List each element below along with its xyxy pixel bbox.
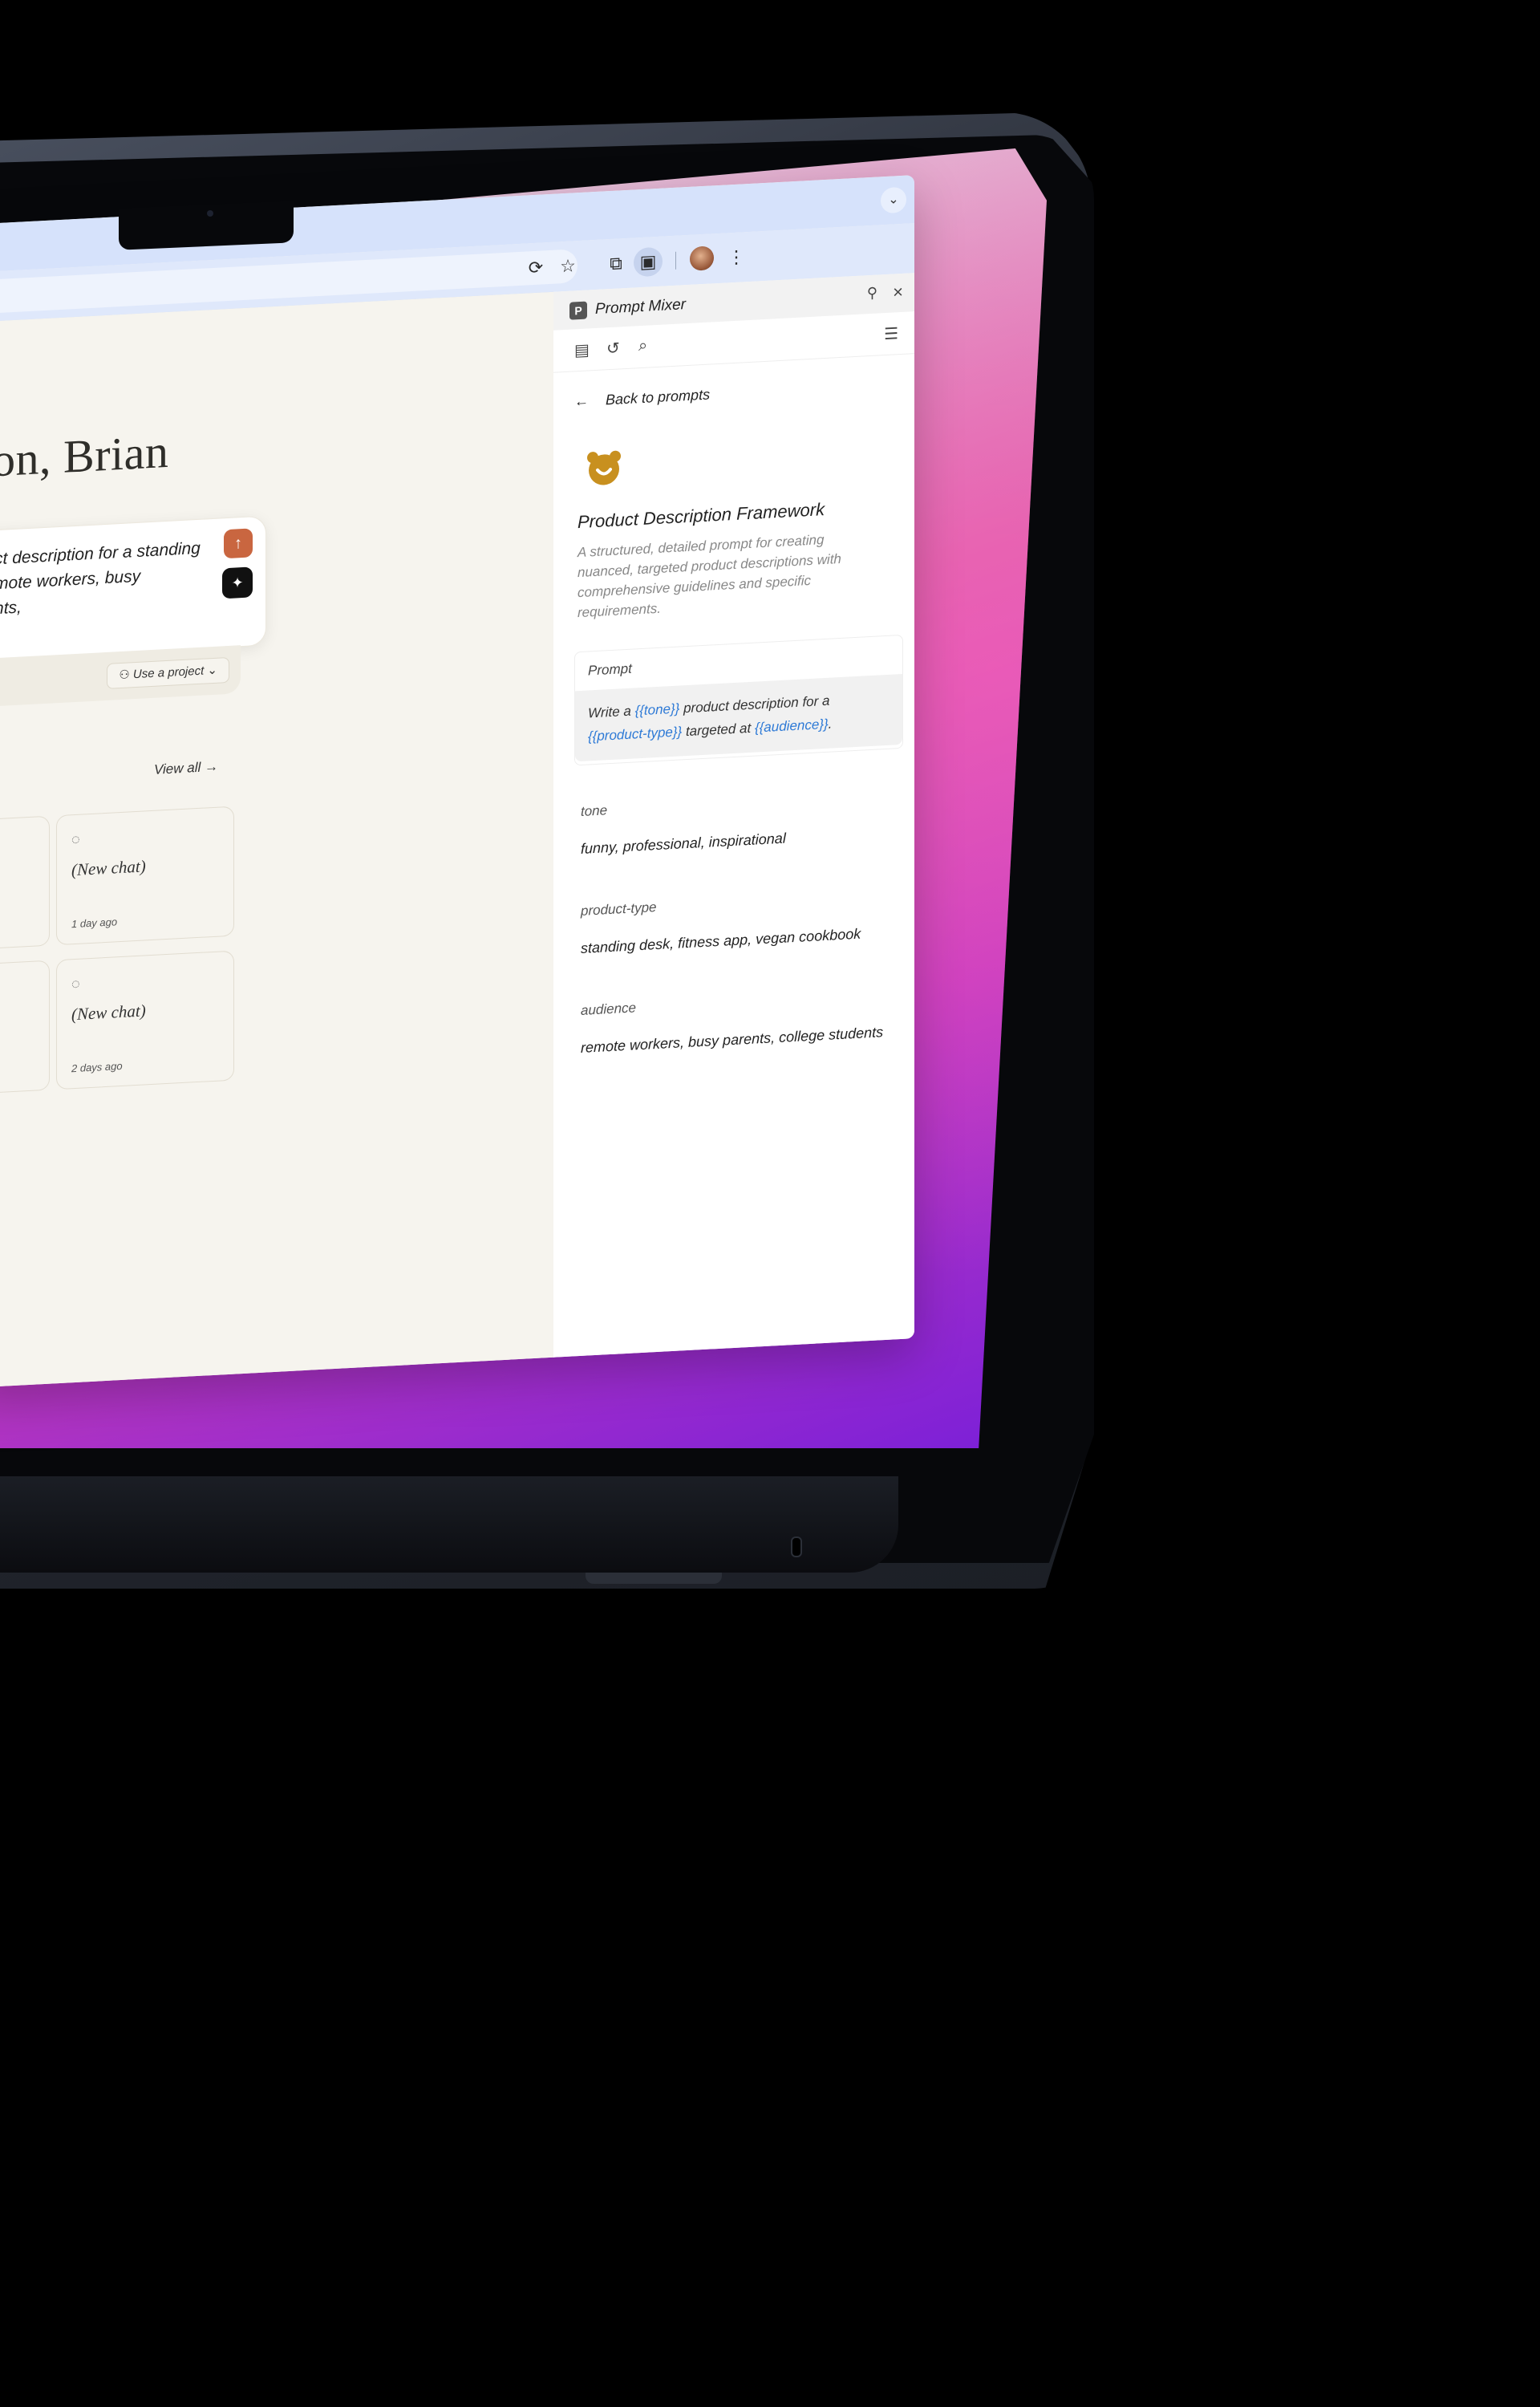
prompt-text-part: . <box>828 716 833 732</box>
search-icon[interactable]: ⌕ <box>638 337 647 356</box>
chat-card[interactable]: ◌ (New chat) 2 days ago <box>56 950 234 1090</box>
menu-icon[interactable]: ☰ <box>884 323 898 344</box>
camera-notch <box>119 201 294 250</box>
chat-card-time: 1 day ago <box>71 915 118 931</box>
chat-home-page: ernoon, Brian roduct description for a s… <box>0 291 554 1388</box>
chevron-down-icon[interactable]: ⌄ <box>881 186 906 214</box>
chat-bubble-icon: ◌ <box>71 975 80 992</box>
project-icon: ⚇ <box>119 668 130 683</box>
chevron-down-icon: ⌄ <box>207 663 217 678</box>
pin-icon[interactable]: ⚲ <box>867 285 877 302</box>
variable-label-audience: audience <box>581 1000 637 1018</box>
back-to-prompts-link[interactable]: ← Back to prompts <box>574 387 710 411</box>
variable-label-product-type: product-type <box>581 899 657 919</box>
power-indicator <box>791 1536 802 1557</box>
variable-label-tone: tone <box>581 802 608 819</box>
side-panel-title: Prompt Mixer <box>595 296 686 319</box>
profile-avatar[interactable] <box>690 246 714 271</box>
bear-icon <box>587 450 621 485</box>
prompt-template-text: Write a {{tone}} product description for… <box>588 686 885 748</box>
prompt-title: Product Description Framework <box>578 499 825 533</box>
star-icon[interactable]: ☆ <box>553 251 582 282</box>
arrow-left-icon: ← <box>574 392 589 410</box>
greeting-heading: ernoon, Brian <box>0 424 169 491</box>
message-composer[interactable]: roduct description for a standing at rem… <box>0 515 266 663</box>
chat-card[interactable] <box>0 815 50 956</box>
variable-tone: {{tone}} <box>634 700 680 719</box>
variable-product-type: {{product-type}} <box>588 724 683 745</box>
document-icon[interactable]: ▤ <box>574 339 590 360</box>
prompt-template-box: Prompt Write a {{tone}} product descript… <box>574 634 903 766</box>
toolbar-divider <box>675 251 676 270</box>
variable-value-audience[interactable]: remote workers, busy parents, college st… <box>581 1024 883 1057</box>
laptop-hinge <box>586 1573 722 1584</box>
browser-window: ⌄ ⟳ ☆ ⧉ ▣ ⋮ ernoon, Brian roduct descrip… <box>0 175 914 1388</box>
use-project-button[interactable]: ⚇ Use a project ⌄ <box>107 656 229 689</box>
chat-card[interactable]: ◌ (New chat) 1 day ago <box>56 806 234 946</box>
back-label: Back to prompts <box>606 386 711 408</box>
variable-value-tone[interactable]: funny, professional, inspirational <box>581 830 786 858</box>
chat-card[interactable] <box>0 960 50 1100</box>
prompt-text-part: targeted at <box>682 720 755 740</box>
composer-input[interactable]: roduct description for a standing at rem… <box>0 536 201 623</box>
send-button[interactable]: ↑ <box>224 528 253 559</box>
chat-card-title: (New chat) <box>71 1001 146 1025</box>
view-all-link[interactable]: View all → <box>154 759 218 778</box>
enhance-button[interactable]: ✦ <box>222 566 253 599</box>
side-panel-icon[interactable]: ▣ <box>634 246 663 278</box>
prompt-description: A structured, detailed prompt for creati… <box>578 532 841 621</box>
more-vertical-icon[interactable]: ⋮ <box>722 242 751 273</box>
laptop-base <box>0 1476 898 1573</box>
sparkle-icon: ✦ <box>231 574 244 591</box>
history-icon[interactable]: ↺ <box>606 338 620 359</box>
chat-card-title: (New chat) <box>71 856 146 880</box>
prompt-text-part: Write a <box>588 703 635 721</box>
prompt-section-label: Prompt <box>588 660 632 679</box>
side-panel: P Prompt Mixer ⚲ × ▤ ↺ ⌕ ☰ ← Back to pro… <box>553 273 914 1359</box>
chat-card-time: 2 days ago <box>71 1059 123 1075</box>
prompt-template-body[interactable]: Write a {{tone}} product description for… <box>575 673 902 762</box>
prompt-text-part: product description for a <box>679 692 830 716</box>
variable-audience: {{audience}} <box>754 716 829 736</box>
close-icon[interactable]: × <box>893 282 903 303</box>
camera-lens <box>207 210 213 217</box>
chat-bubble-icon: ◌ <box>71 830 80 848</box>
use-project-label: Use a project <box>132 664 205 682</box>
arrow-up-icon: ↑ <box>234 534 242 553</box>
extensions-icon[interactable]: ⧉ <box>602 249 630 279</box>
prompt-mixer-logo: P <box>569 301 587 320</box>
variable-value-product-type[interactable]: standing desk, fitness app, vegan cookbo… <box>581 926 861 957</box>
